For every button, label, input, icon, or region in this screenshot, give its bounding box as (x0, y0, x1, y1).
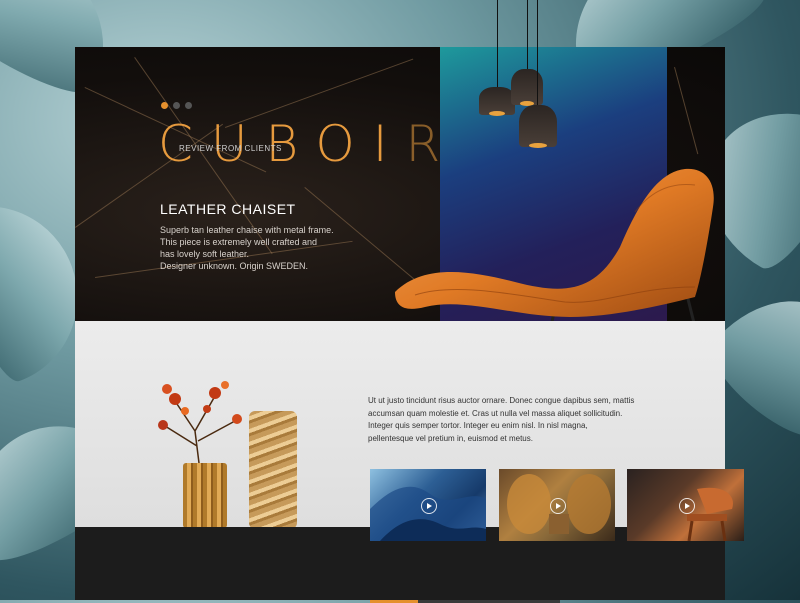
vase-gold-short (183, 463, 227, 527)
video-thumbnail-2[interactable] (499, 469, 615, 541)
description-line: has lovely soft leather. (160, 249, 250, 259)
review-heading: REVIEW FROM CLIENTS (179, 144, 282, 153)
slider-dots (161, 102, 192, 109)
about-line: pellentesque vel pretium in, euismod et … (368, 433, 533, 443)
slider-dot-1[interactable] (161, 102, 168, 109)
product-title: LEATHER CHAISET (160, 201, 296, 217)
play-icon[interactable] (678, 498, 695, 514)
flower-branches-image (158, 381, 242, 471)
about-line: Integer quis semper tortor. Integer eu e… (368, 421, 588, 430)
vase-gold-tall (249, 411, 297, 527)
about-line: Ut ut justo tincidunt risus auctor ornar… (368, 396, 635, 405)
slider-dot-3[interactable] (185, 102, 192, 109)
play-icon[interactable] (421, 498, 437, 514)
description-line: This piece is extremely well crafted and (160, 237, 318, 247)
video-thumbnail-3[interactable] (627, 469, 744, 541)
slider-dot-2[interactable] (173, 102, 180, 109)
product-description: Superb tan leather chaise with metal fra… (160, 224, 370, 272)
brand-name-faded: R (405, 115, 459, 173)
description-line: Designer unknown. Origin SWEDEN. (160, 261, 309, 271)
description-line: Superb tan leather chaise with metal fra… (160, 225, 334, 235)
video-thumbnail-1[interactable] (370, 469, 486, 541)
about-line: accumsan quam molestie et. Cras ut nulla… (368, 408, 623, 418)
about-text: Ut ut justo tincidunt risus auctor ornar… (368, 395, 658, 445)
play-icon[interactable] (550, 498, 566, 514)
